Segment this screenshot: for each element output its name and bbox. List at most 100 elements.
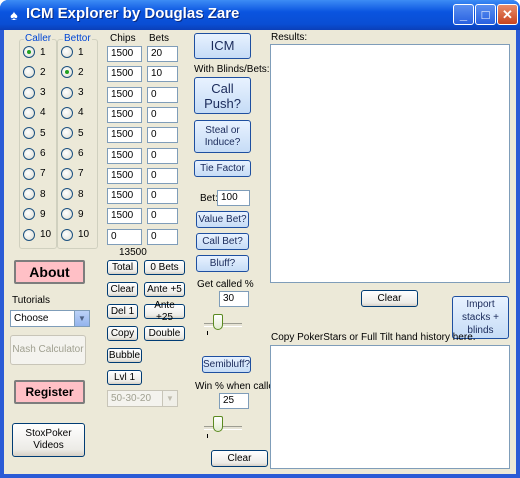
caller-option-9[interactable]: 9 [23, 207, 46, 221]
semibluff-button[interactable]: Semibluff? [202, 356, 251, 373]
bet-input[interactable]: 0 [147, 167, 178, 184]
radio-icon[interactable] [23, 208, 35, 221]
caller-option-6[interactable]: 6 [23, 147, 46, 161]
zero-bets-button[interactable]: 0 Bets [144, 260, 185, 275]
ante-25-button[interactable]: Ante +25 [144, 300, 185, 323]
chips-input[interactable]: 1500 [107, 46, 142, 62]
maximize-button[interactable]: □ [475, 4, 496, 25]
ante-5-button[interactable]: Ante +5 [144, 282, 185, 297]
slider-tick [207, 331, 208, 335]
bet-input[interactable]: 0 [147, 106, 178, 123]
del1-button[interactable]: Del 1 [107, 304, 138, 319]
radio-icon[interactable] [61, 228, 73, 241]
bet-input[interactable]: 0 [147, 188, 178, 205]
bettor-option-1[interactable]: 1 [61, 45, 84, 59]
get-called-input[interactable]: 30 [219, 291, 249, 307]
radio-icon[interactable] [23, 46, 35, 58]
call-push-button[interactable]: Call Push? [194, 77, 251, 114]
caller-option-3[interactable]: 3 [23, 86, 46, 100]
radio-icon[interactable] [23, 167, 35, 180]
chips-input[interactable]: 1500 [107, 127, 142, 144]
radio-icon[interactable] [61, 46, 73, 58]
bet-input[interactable]: 0 [147, 208, 178, 225]
radio-icon[interactable] [23, 127, 35, 140]
tie-factor-button[interactable]: Tie Factor [194, 160, 251, 177]
payout-select[interactable]: 50-30-20 ▼ [107, 390, 178, 407]
with-blinds-label: With Blinds/Bets: [194, 64, 270, 75]
double-button[interactable]: Double [144, 326, 185, 341]
radio-icon[interactable] [23, 106, 35, 119]
bettor-option-8[interactable]: 8 [61, 187, 84, 201]
radio-icon[interactable] [23, 228, 35, 241]
bet-input[interactable]: 0 [147, 86, 178, 103]
radio-icon[interactable] [61, 167, 73, 180]
close-button[interactable]: ✕ [497, 4, 518, 25]
bluff-button[interactable]: Bluff? [196, 255, 249, 272]
call-bet-button[interactable]: Call Bet? [196, 233, 249, 250]
lvl1-button[interactable]: Lvl 1 [107, 370, 142, 385]
bettor-option-10[interactable]: 10 [61, 228, 89, 242]
chips-input[interactable]: 1500 [107, 147, 142, 164]
win-slider[interactable] [213, 416, 223, 432]
caller-option-1[interactable]: 1 [23, 45, 46, 59]
clear-stacks-button[interactable]: Clear [107, 282, 138, 297]
chips-input[interactable]: 1500 [107, 106, 142, 123]
bet-input[interactable]: 20 [147, 46, 178, 62]
win-pct-input[interactable]: 25 [219, 393, 249, 409]
hand-history-input[interactable] [270, 345, 510, 469]
radio-icon[interactable] [61, 127, 73, 140]
radio-icon[interactable] [61, 66, 73, 79]
caller-option-7[interactable]: 7 [23, 167, 46, 181]
bettor-option-4[interactable]: 4 [61, 106, 84, 120]
caller-option-8[interactable]: 8 [23, 187, 46, 201]
chips-input[interactable]: 1500 [107, 167, 142, 184]
bettor-option-6[interactable]: 6 [61, 147, 84, 161]
about-button[interactable]: About [14, 260, 85, 284]
bet-input[interactable]: 10 [147, 66, 178, 83]
bettor-option-9[interactable]: 9 [61, 207, 84, 221]
radio-icon[interactable] [23, 66, 35, 79]
bettor-option-2[interactable]: 2 [61, 65, 84, 79]
steal-induce-button[interactable]: Steal or Induce? [194, 120, 251, 153]
chips-input[interactable]: 0 [107, 228, 142, 245]
chips-input[interactable]: 1500 [107, 208, 142, 225]
get-called-slider[interactable] [213, 314, 223, 330]
caller-option-2[interactable]: 2 [23, 65, 46, 79]
caller-option-10[interactable]: 10 [23, 228, 51, 242]
chips-input[interactable]: 1500 [107, 66, 142, 83]
clear-bottom-button[interactable]: Clear [211, 450, 268, 467]
win-slider-track [204, 426, 242, 430]
total-button[interactable]: Total [107, 260, 138, 275]
bet-input[interactable]: 0 [147, 228, 178, 245]
caller-option-4[interactable]: 4 [23, 106, 46, 120]
radio-icon[interactable] [61, 106, 73, 119]
copy-button[interactable]: Copy [107, 326, 138, 341]
stoxpoker-videos-button[interactable]: StoxPoker Videos [12, 423, 85, 457]
minimize-button[interactable]: _ [453, 4, 474, 25]
bet-input[interactable]: 0 [147, 127, 178, 144]
radio-icon[interactable] [23, 86, 35, 99]
tutorials-select[interactable]: Choose ▼ [10, 310, 90, 327]
bettor-option-label: 1 [78, 46, 84, 58]
bettor-option-5[interactable]: 5 [61, 126, 84, 140]
bet-amount-input[interactable]: 100 [217, 190, 250, 206]
radio-icon[interactable] [61, 86, 73, 99]
clear-results-button[interactable]: Clear [361, 290, 418, 307]
bet-input[interactable]: 0 [147, 147, 178, 164]
radio-icon[interactable] [23, 147, 35, 160]
register-button[interactable]: Register [14, 380, 85, 404]
icm-button[interactable]: ICM [194, 33, 251, 59]
radio-icon[interactable] [61, 208, 73, 221]
caller-option-5[interactable]: 5 [23, 126, 46, 140]
radio-icon[interactable] [61, 188, 73, 201]
chips-input[interactable]: 1500 [107, 86, 142, 103]
results-panel[interactable] [270, 44, 510, 283]
bubble-button[interactable]: Bubble [107, 348, 142, 363]
chips-input[interactable]: 1500 [107, 188, 142, 205]
radio-icon[interactable] [61, 147, 73, 160]
nash-calculator-button[interactable]: Nash Calculator [10, 335, 86, 365]
bettor-option-3[interactable]: 3 [61, 86, 84, 100]
value-bet-button[interactable]: Value Bet? [196, 211, 249, 228]
bettor-option-7[interactable]: 7 [61, 167, 84, 181]
radio-icon[interactable] [23, 188, 35, 201]
